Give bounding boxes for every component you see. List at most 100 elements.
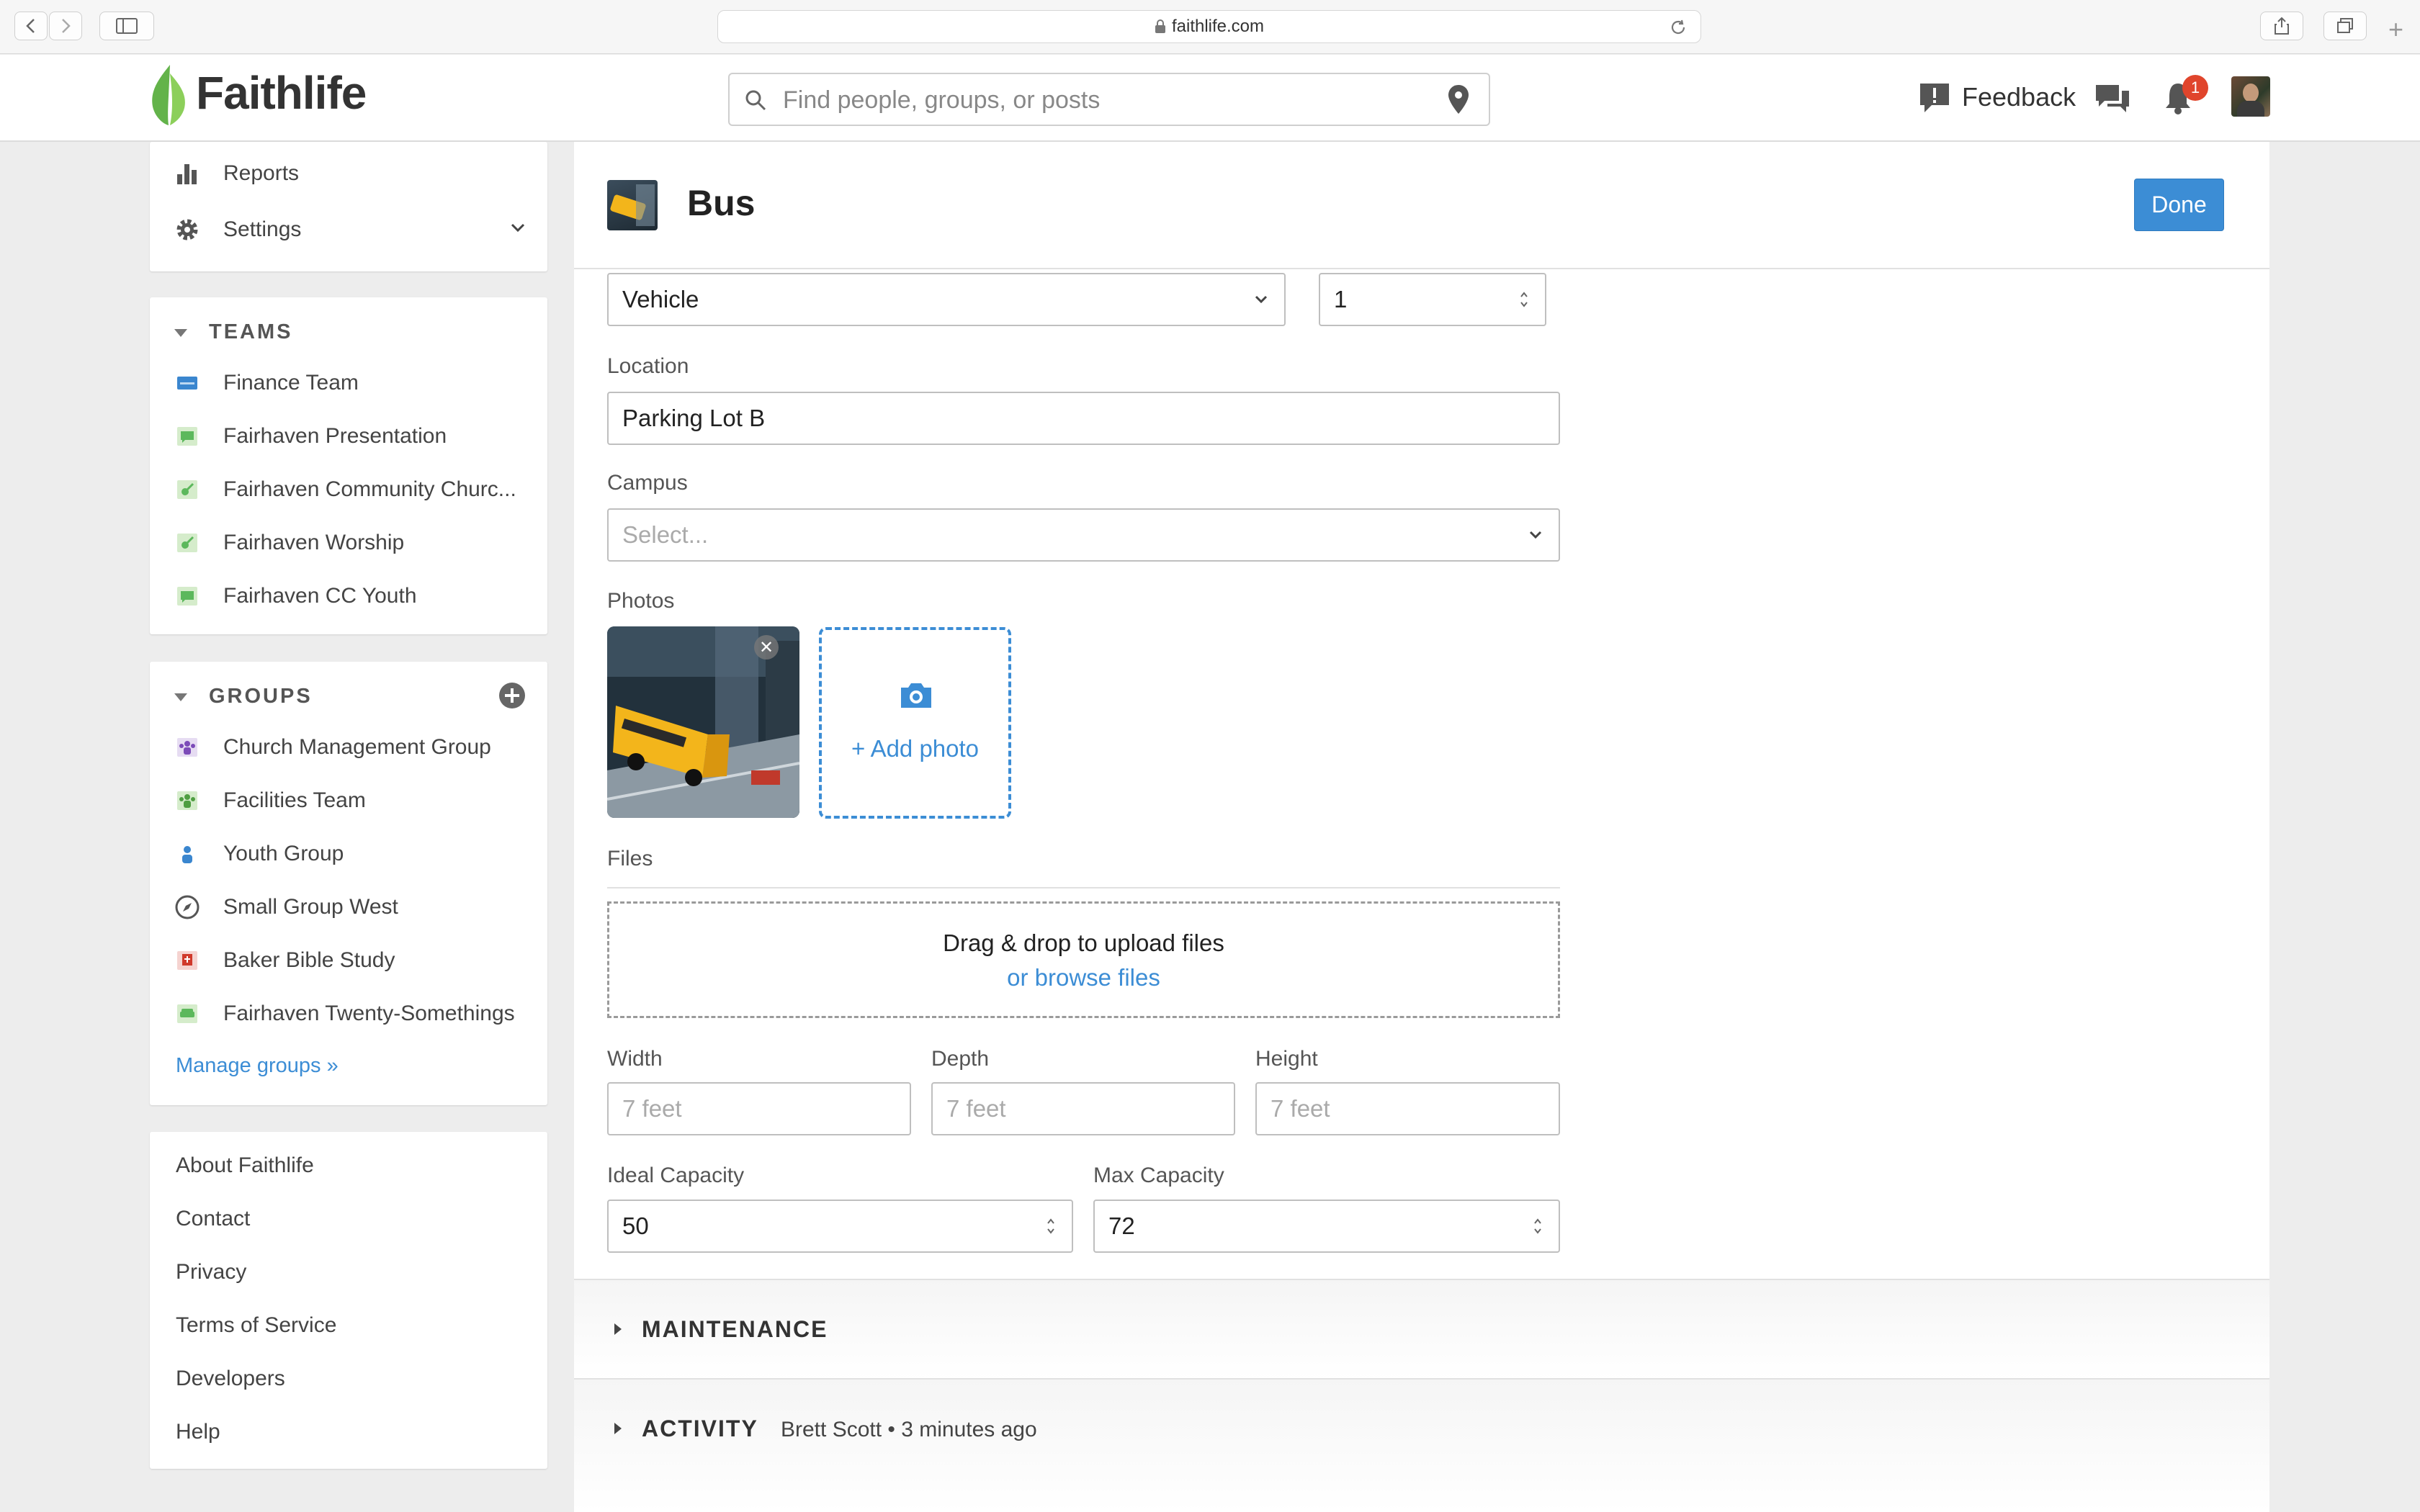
quantity-stepper[interactable]: 1 xyxy=(1319,273,1546,326)
sidebar-item-settings[interactable]: Settings xyxy=(174,217,301,243)
dropzone-text: Drag & drop to upload files xyxy=(943,930,1224,956)
guitar-icon xyxy=(174,477,200,503)
width-label: Width xyxy=(607,1047,663,1071)
files-divider xyxy=(607,887,1560,888)
sidebar-item-youth-group[interactable]: Youth Group xyxy=(174,841,344,867)
reload-icon[interactable] xyxy=(1669,18,1688,37)
activity-meta: Brett Scott • 3 minutes ago xyxy=(781,1418,1037,1441)
sidebar-item-small-group-west[interactable]: Small Group West xyxy=(174,894,398,920)
couch-green-icon xyxy=(174,1001,200,1027)
campus-select[interactable]: Select... xyxy=(607,508,1560,562)
groups-card: GROUPS Church Management Group Facilitie… xyxy=(150,662,547,1105)
back-button[interactable] xyxy=(14,12,48,40)
files-label: Files xyxy=(607,847,653,870)
ideal-capacity-stepper[interactable]: 50 xyxy=(607,1200,1073,1253)
footer-links-card: About Faithlife Contact Privacy Terms of… xyxy=(150,1132,547,1469)
sidebar-item-church-management-group[interactable]: Church Management Group xyxy=(174,734,491,760)
tabs-overview-button[interactable] xyxy=(2323,12,2367,40)
sidebar-item-facilities-team[interactable]: Facilities Team xyxy=(174,788,366,814)
gear-icon xyxy=(174,217,200,243)
depth-label: Depth xyxy=(931,1047,990,1071)
collapse-triangle-icon xyxy=(174,693,187,701)
sidebar-toggle-button[interactable] xyxy=(99,12,154,40)
height-input[interactable]: 7 feet xyxy=(1255,1082,1560,1135)
feedback-icon[interactable] xyxy=(1917,81,1952,115)
location-label: Location xyxy=(607,354,689,378)
footer-link-terms[interactable]: Terms of Service xyxy=(176,1313,336,1338)
teams-card: TEAMS Finance Team Fairhaven Presentatio… xyxy=(150,297,547,634)
manage-groups-link[interactable]: Manage groups » xyxy=(176,1054,339,1078)
sidebar-item-fairhaven-cc-youth[interactable]: Fairhaven CC Youth xyxy=(174,583,417,609)
remove-photo-icon[interactable]: ✕ xyxy=(754,635,779,660)
messages-icon[interactable] xyxy=(2094,82,2130,114)
sidebar-item-label: Reports xyxy=(223,161,300,185)
sidebar-item-reports[interactable]: Reports xyxy=(174,161,299,186)
search-input[interactable]: Find people, groups, or posts xyxy=(728,73,1490,126)
ideal-capacity-label: Ideal Capacity xyxy=(607,1164,745,1187)
lock-icon xyxy=(1155,19,1165,33)
stepper-arrows-icon[interactable] xyxy=(1533,1217,1543,1236)
footer-link-about[interactable]: About Faithlife xyxy=(176,1153,314,1178)
chevron-down-icon xyxy=(1255,295,1268,304)
compass-icon xyxy=(174,894,200,920)
teams-heading[interactable]: TEAMS xyxy=(173,320,293,344)
groups-heading[interactable]: GROUPS xyxy=(173,685,313,708)
people-green-icon xyxy=(174,788,200,814)
guitar-icon xyxy=(174,530,200,556)
max-capacity-stepper[interactable]: 72 xyxy=(1093,1200,1560,1253)
address-bar[interactable]: faithlife.com xyxy=(717,10,1701,43)
max-capacity-label: Max Capacity xyxy=(1093,1164,1224,1187)
footer-link-help[interactable]: Help xyxy=(176,1420,220,1444)
location-input[interactable]: Parking Lot B xyxy=(607,392,1560,445)
add-group-icon[interactable] xyxy=(498,682,526,709)
chevron-down-icon[interactable] xyxy=(510,222,526,234)
sidebar-item-finance-team[interactable]: Finance Team xyxy=(174,370,359,396)
height-label: Height xyxy=(1255,1047,1318,1071)
collapse-triangle-icon xyxy=(174,328,187,337)
footer-link-developers[interactable]: Developers xyxy=(176,1367,285,1391)
green-chat-icon xyxy=(174,583,200,609)
logo-wordmark[interactable]: Faithlife xyxy=(196,66,367,120)
file-dropzone[interactable]: Drag & drop to upload files or browse fi… xyxy=(607,901,1560,1018)
sidebar-item-fairhaven-twenty-somethings[interactable]: Fairhaven Twenty-Somethings xyxy=(174,1001,515,1027)
activity-section[interactable]: ACTIVITY Brett Scott • 3 minutes ago xyxy=(574,1378,2269,1512)
stepper-arrows-icon[interactable] xyxy=(1519,290,1529,309)
search-placeholder: Find people, groups, or posts xyxy=(783,86,1101,114)
blue-card-icon xyxy=(174,370,200,396)
footer-link-privacy[interactable]: Privacy xyxy=(176,1260,246,1284)
new-tab-icon[interactable]: + xyxy=(2388,14,2417,44)
depth-input[interactable]: 7 feet xyxy=(931,1082,1235,1135)
resource-type-select[interactable]: Vehicle xyxy=(607,273,1286,326)
bus-photo[interactable]: ✕ xyxy=(607,626,799,818)
feedback-button[interactable]: Feedback xyxy=(1962,82,2076,112)
green-chat-icon xyxy=(174,423,200,449)
sidebar-item-baker-bible-study[interactable]: Baker Bible Study xyxy=(174,948,395,973)
footer-link-contact[interactable]: Contact xyxy=(176,1207,250,1231)
forward-button[interactable] xyxy=(49,12,82,40)
camera-icon xyxy=(901,683,931,708)
sidebar-item-label: Settings xyxy=(223,217,302,241)
expand-triangle-icon xyxy=(614,1323,622,1335)
add-photo-button[interactable]: + Add photo xyxy=(819,627,1011,819)
sidebar-item-fairhaven-presentation[interactable]: Fairhaven Presentation xyxy=(174,423,447,449)
sidebar-item-fairhaven-worship[interactable]: Fairhaven Worship xyxy=(174,530,404,556)
sidebar-item-fairhaven-community-church[interactable]: Fairhaven Community Churc... xyxy=(174,477,516,503)
share-button[interactable] xyxy=(2260,12,2303,40)
expand-triangle-icon xyxy=(614,1423,622,1434)
avatar[interactable] xyxy=(2231,76,2270,117)
resource-header xyxy=(574,142,2269,269)
width-input[interactable]: 7 feet xyxy=(607,1082,911,1135)
url-text: faithlife.com xyxy=(1171,17,1265,36)
activity-heading: ACTIVITY xyxy=(642,1416,758,1441)
bible-red-icon xyxy=(174,948,200,973)
maintenance-section[interactable]: MAINTENANCE xyxy=(574,1279,2269,1380)
location-pin-icon[interactable] xyxy=(1447,84,1470,115)
notification-badge: 1 xyxy=(2182,75,2208,101)
done-button[interactable]: Done xyxy=(2134,179,2224,231)
photos-label: Photos xyxy=(607,589,675,613)
browse-files-link[interactable]: or browse files xyxy=(609,964,1558,991)
add-photo-label: + Add photo xyxy=(851,735,980,762)
people-purple-icon xyxy=(174,734,200,760)
faithlife-logo-icon[interactable] xyxy=(148,63,189,127)
stepper-arrows-icon[interactable] xyxy=(1046,1217,1056,1236)
